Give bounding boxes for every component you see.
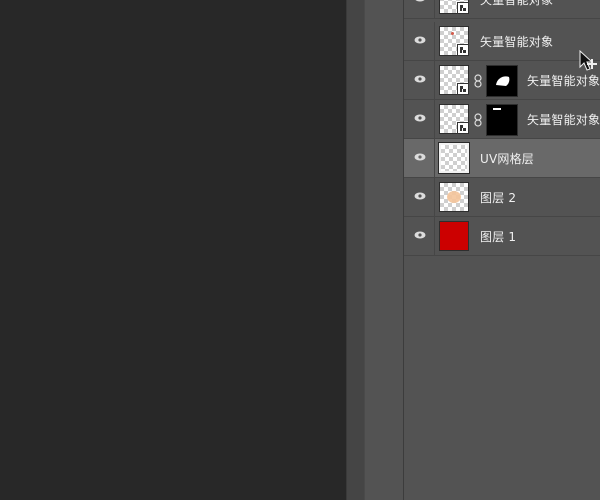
layer-thumbnail <box>439 221 469 251</box>
layer-thumbnail <box>439 65 469 95</box>
thumbnail-mark <box>451 32 454 35</box>
layers-panel: 矢量智能对象 矢量智能对象 矢量智能对象 矢量智能对象 UV网格层 图层 2 图… <box>404 0 600 500</box>
visibility-eye-icon[interactable] <box>414 75 426 83</box>
layer-mask-thumbnail[interactable] <box>486 104 518 136</box>
visibility-eye-icon[interactable] <box>414 0 426 2</box>
layer-name: 图层 1 <box>480 230 517 244</box>
move-cursor-icon <box>579 50 597 71</box>
visibility-eye-icon[interactable] <box>414 114 426 122</box>
layer-name: 矢量智能对象 <box>480 0 554 7</box>
visibility-eye-icon[interactable] <box>414 153 426 161</box>
collapsed-panel-dock <box>364 0 404 500</box>
layer-thumbnail <box>439 26 469 56</box>
mask-link-chain-icon[interactable] <box>474 74 482 88</box>
smart-object-badge-icon <box>457 122 469 134</box>
mask-link-chain-icon[interactable] <box>474 113 482 127</box>
layer-mask-thumbnail[interactable] <box>486 65 518 97</box>
thumbnail-mark <box>447 191 461 203</box>
layer-row[interactable]: 矢量智能对象 <box>404 61 600 100</box>
panel-divider[interactable] <box>346 0 365 500</box>
layer-row[interactable]: 矢量智能对象 <box>404 0 600 19</box>
layer-name: UV网格层 <box>480 152 534 166</box>
layer-name: 矢量智能对象 <box>480 35 554 49</box>
visibility-eye-icon[interactable] <box>414 231 426 239</box>
layer-name: 矢量智能对象 <box>527 113 600 127</box>
document-canvas[interactable] <box>0 0 346 500</box>
smart-object-badge-icon <box>457 44 469 56</box>
smart-object-badge-icon <box>457 83 469 95</box>
layer-row[interactable]: 图层 2 <box>404 178 600 217</box>
layer-thumbnail <box>439 0 469 14</box>
layer-row[interactable]: 矢量智能对象 <box>404 22 600 61</box>
layer-row[interactable]: 矢量智能对象 <box>404 100 600 139</box>
layer-name: 图层 2 <box>480 191 517 205</box>
layer-thumbnail <box>438 142 470 174</box>
smart-object-badge-icon <box>457 2 469 14</box>
layer-row-selected[interactable]: UV网格层 <box>404 139 600 178</box>
visibility-eye-icon[interactable] <box>414 36 426 44</box>
layer-thumbnail <box>439 104 469 134</box>
visibility-eye-icon[interactable] <box>414 192 426 200</box>
layer-row[interactable]: 图层 1 <box>404 217 600 256</box>
layer-thumbnail <box>439 182 469 212</box>
